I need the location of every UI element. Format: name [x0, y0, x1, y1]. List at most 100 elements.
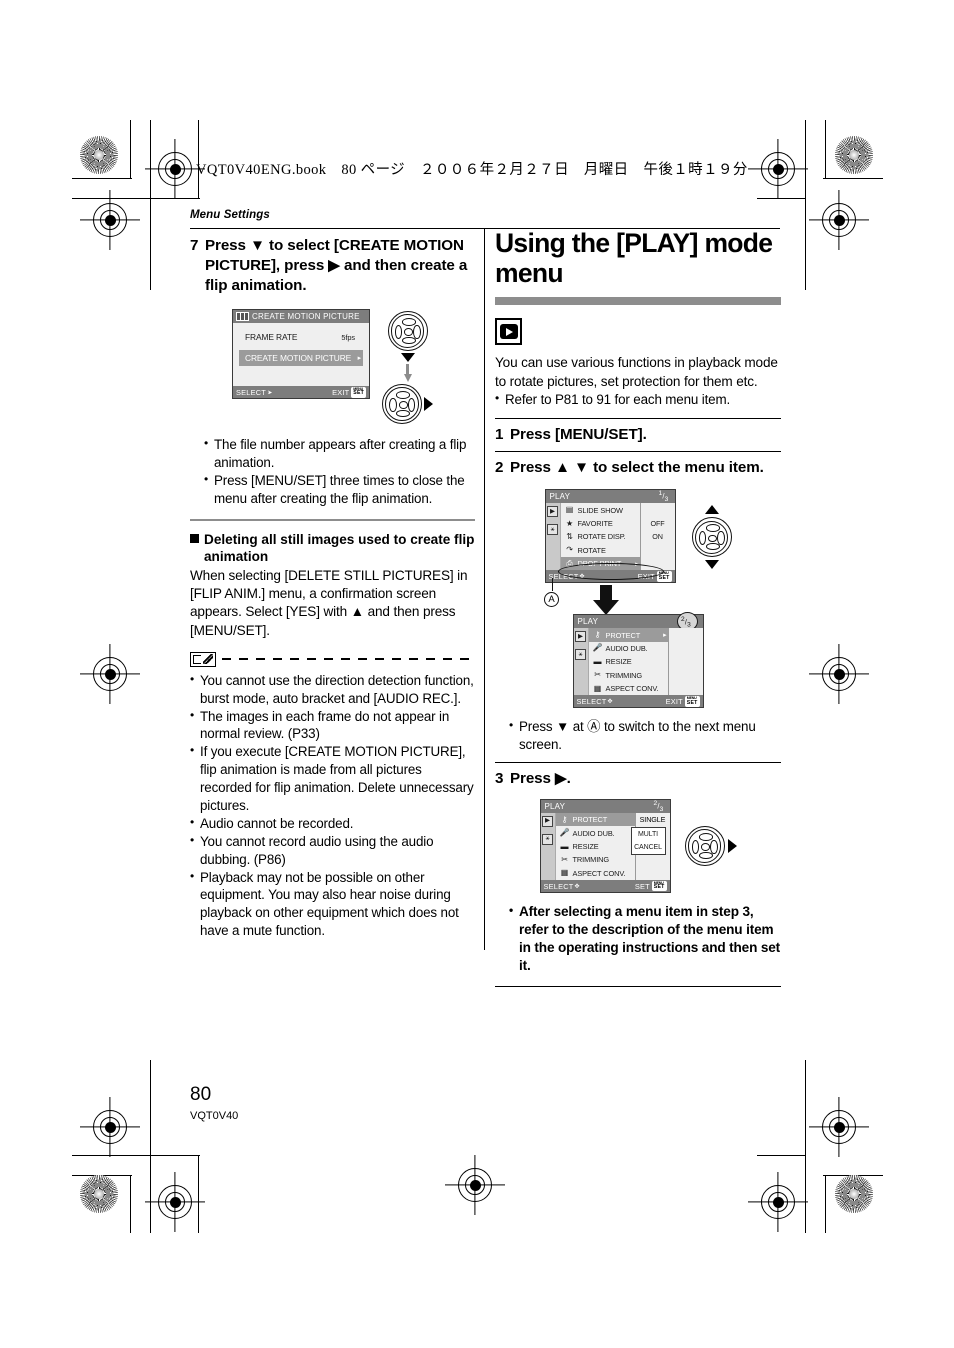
play-tab-icon[interactable]: ▶: [542, 816, 553, 828]
registration-star-top-left: [80, 136, 118, 174]
lcd-footer-select-label: SELECT: [236, 387, 266, 397]
menu-set-chip: MENU SET: [651, 880, 667, 892]
resize-icon: ▬: [560, 841, 569, 851]
lcd-body: ▶ ⚹ ⚷ PROTECT ▸ 🎤 AUDIO DUB. ▬ RESIZE ✂ …: [573, 628, 703, 696]
registration-star-bottom-left: [80, 1175, 118, 1213]
dpad-icon: [684, 826, 725, 867]
lcd-page-indicator: 1/3: [658, 490, 669, 504]
updown-right-icon: ↕▸: [266, 389, 272, 396]
lcd-title-bar: PLAY 2/3: [540, 800, 670, 813]
lcd-row-value: ON: [639, 530, 675, 544]
menu-set-chip: MENU SET: [684, 695, 700, 707]
registration-mark: [822, 1110, 856, 1144]
popup-option-cancel[interactable]: CANCEL: [632, 841, 665, 854]
callout-row: A: [495, 578, 781, 616]
crop-line: [198, 1155, 200, 1233]
lcd-title-text: PLAY: [544, 802, 566, 812]
lcd-row-label: PROTECT: [605, 630, 641, 640]
step-3-text: Press ▶.: [510, 770, 571, 788]
registration-mark: [822, 203, 856, 237]
lcd-row[interactable]: ✂ TRIMMING: [556, 853, 670, 867]
lcd-row-label: DPOF PRINT: [577, 559, 622, 569]
lcd-row-label: TRIMMING: [605, 670, 643, 680]
lcd-row-label: ROTATE: [577, 545, 606, 555]
lcd-row[interactable]: ↷ ROTATE: [561, 543, 675, 558]
star-icon: ★: [565, 518, 574, 528]
lcd-tab-strip: ▶ ⚹: [540, 813, 556, 881]
crop-line: [150, 120, 152, 290]
lcd-row-label: PROTECT: [572, 815, 608, 825]
chevron-right-icon: ▸: [357, 355, 362, 363]
callout-leader-line: [552, 578, 554, 592]
popup-option-multi[interactable]: MULTI: [632, 828, 665, 841]
lcd-row-value: [639, 503, 675, 517]
aspect-conv-icon: ▦: [560, 868, 569, 878]
crop-line: [805, 120, 807, 290]
trimming-icon: ✂: [561, 854, 568, 864]
lcd-play-menu-1: PLAY 1/3 ▶ ⚹ ▤ SLIDE SHOW ★ FAVORITE OFF…: [544, 489, 676, 584]
dpad-icon: [382, 384, 422, 425]
lcd-row[interactable]: ⚷ PROTECT SINGLE: [555, 813, 670, 827]
lcd-row-label: AUDIO DUB.: [572, 828, 615, 838]
setup-tab-icon[interactable]: ⚹: [575, 649, 586, 661]
dpad-icon: [691, 517, 732, 558]
subsection-heading: Deleting all still images used to create…: [190, 531, 475, 566]
registration-mark: [158, 152, 192, 186]
lcd-row[interactable]: 🎤 AUDIO DUB.: [589, 641, 703, 656]
menu-set-chip: MENU SET: [656, 571, 672, 582]
press-down-arrow-icon: [704, 560, 719, 570]
list-item: Press [MENU/SET] three times to close th…: [204, 471, 475, 508]
dashed-rule: [222, 658, 475, 661]
registration-star-top-right: [835, 136, 873, 174]
list-item: Refer to P81 to 91 for each menu item.: [495, 390, 781, 409]
flow-arrow-icon: [403, 364, 412, 383]
step-7: 7 Press ▼ to select [CREATE MOTION PICTU…: [190, 236, 475, 295]
setup-tab-icon[interactable]: ⚹: [547, 524, 558, 536]
lcd-row[interactable]: ✂ TRIMMING: [589, 668, 703, 682]
play-tab-icon[interactable]: ▶: [547, 506, 558, 518]
rotate-icon: ↷: [566, 545, 573, 555]
crop-line: [130, 120, 132, 178]
lcd-row[interactable]: ▤ SLIDE SHOW: [561, 503, 675, 517]
lcd-row[interactable]: ▦ ASPECT CONV.: [589, 681, 703, 696]
lcd-row[interactable]: ⚷ PROTECT ▸: [588, 628, 703, 642]
play-triangle-icon: [506, 327, 513, 336]
lcd-row[interactable]: ⇅ ROTATE DISP. ON: [561, 530, 675, 544]
lcd-row[interactable]: FRAME RATE 5fps: [233, 329, 369, 345]
note-pencil-icon: [190, 651, 216, 667]
lcd-row[interactable]: ⎙ DPOF PRINT ▸: [560, 557, 675, 571]
aspect-conv-icon: ▦: [593, 683, 602, 693]
bottom-rule: [495, 985, 781, 987]
intro-bullets: Refer to P81 to 91 for each menu item.: [495, 390, 781, 409]
lcd-row-label: ASPECT CONV.: [572, 868, 626, 878]
lcd-row-value: [639, 557, 675, 571]
lcd-row-label: RESIZE: [605, 657, 632, 667]
play-tab-icon[interactable]: ▶: [575, 631, 586, 643]
lcd-row[interactable]: ▦ ASPECT CONV.: [556, 866, 670, 881]
lcd-row-value: OFF: [639, 516, 675, 531]
lcd-row[interactable]: ▬ RESIZE: [589, 655, 703, 669]
list-item: You cannot use the direction detection f…: [190, 671, 475, 708]
setup-tab-icon[interactable]: ⚹: [542, 834, 553, 846]
registration-mark: [822, 657, 856, 691]
lcd-row[interactable]: ★ FAVORITE OFF: [561, 516, 675, 531]
page-number: 80: [190, 1084, 212, 1105]
crop-line: [72, 178, 132, 180]
list-item: Playback may not be possible on other eq…: [190, 868, 475, 941]
lcd-body: FRAME RATE 5fps CREATE MOTION PICTURE ▸: [233, 323, 369, 387]
list-item: Audio cannot be recorded.: [190, 814, 475, 833]
subsection-body: When selecting [DELETE STILL PICTURES] i…: [190, 568, 468, 638]
step-2-text: Press ▲ ▼ to select the menu item.: [510, 458, 764, 476]
lcd-play-menu-2: PLAY 2/3 ▶ ⚹ ⚷ PROTECT ▸ 🎤 AUDIO DUB. ▬ …: [572, 612, 704, 709]
crop-line: [825, 120, 827, 178]
note-list: You cannot use the direction detection f…: [190, 671, 475, 941]
lcd-rows: FRAME RATE 5fps CREATE MOTION PICTURE ▸: [233, 323, 369, 386]
dpad-updown-group: [691, 489, 732, 570]
step-1-text: Press [MENU/SET].: [510, 425, 647, 443]
document-code: VQT0V40: [190, 1110, 239, 1122]
lcd-row-label: RESIZE: [572, 842, 599, 852]
lcd-row-label: CREATE MOTION PICTURE: [245, 353, 352, 364]
lcd-row[interactable]: CREATE MOTION PICTURE ▸: [239, 350, 363, 367]
lcd-title-text: PLAY: [549, 492, 571, 502]
list-item: Press ▼ at Ⓐ to switch to the next menu …: [509, 717, 781, 754]
